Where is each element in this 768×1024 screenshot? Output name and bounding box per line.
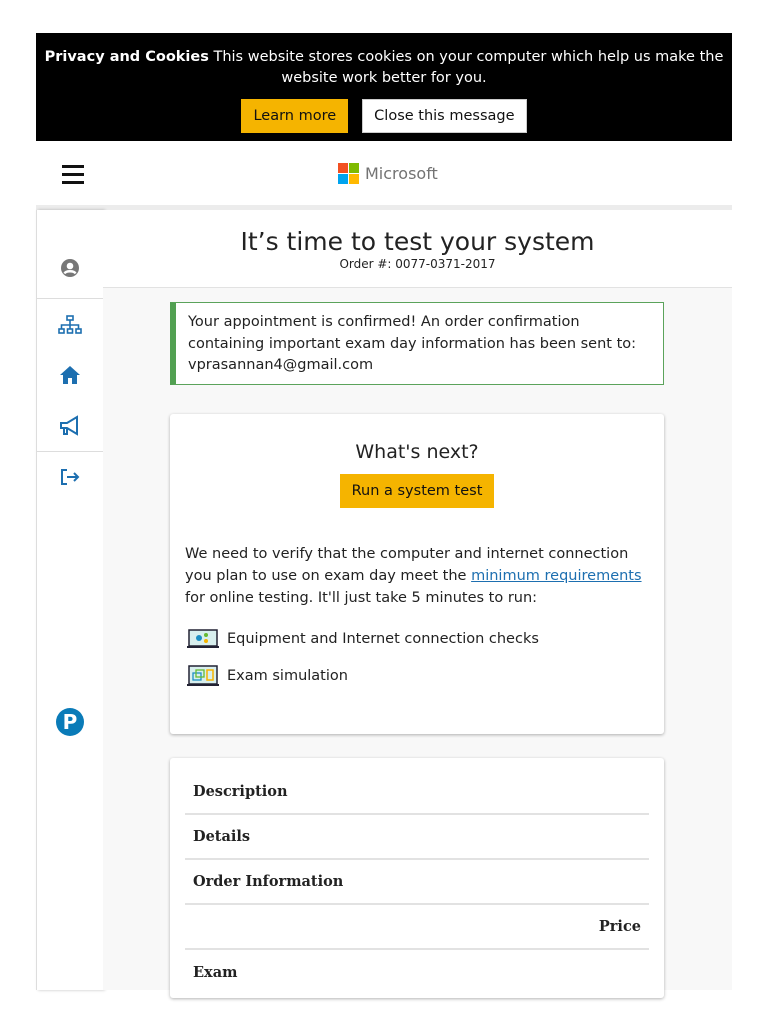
home-icon[interactable]: [37, 365, 103, 385]
learn-more-button[interactable]: Learn more: [241, 99, 349, 133]
header: Microsoft: [36, 141, 732, 205]
close-message-button[interactable]: Close this message: [362, 99, 527, 133]
whats-next-heading: What's next?: [355, 441, 479, 463]
brand-name: Microsoft: [365, 164, 438, 183]
main-content: It’s time to test your system Order #: 0…: [103, 210, 732, 998]
check-item: Exam simulation: [170, 664, 664, 688]
microsoft-logo: Microsoft: [338, 163, 438, 184]
cookie-text: This website stores cookies on your comp…: [213, 49, 724, 86]
megaphone-icon[interactable]: [37, 415, 103, 437]
equipment-check-icon: [187, 629, 219, 648]
order-details-card: Description Details Order Information Pr…: [170, 758, 664, 998]
page-title: It’s time to test your system: [240, 227, 595, 256]
order-number: Order #: 0077-0371-2017: [339, 257, 496, 271]
user-profile-icon[interactable]: [37, 258, 103, 278]
check-label: Exam simulation: [227, 668, 348, 684]
check-item: Equipment and Internet connection checks: [170, 628, 664, 650]
row-details: Details: [185, 815, 649, 860]
hamburger-menu-icon[interactable]: [62, 165, 84, 189]
row-description: Description: [185, 758, 649, 815]
text: for online testing. It'll just take 5 mi…: [185, 590, 538, 606]
whats-next-card: What's next? Run a system test We need t…: [170, 414, 664, 734]
row-order-information: Order Information: [185, 860, 649, 905]
title-bar: It’s time to test your system Order #: 0…: [103, 210, 732, 288]
svg-text:P: P: [63, 710, 78, 734]
sidebar: P: [36, 210, 103, 990]
price-header: Price: [185, 905, 649, 950]
cookie-title: Privacy and Cookies: [44, 49, 209, 65]
confirmation-alert: Your appointment is confirmed! An order …: [170, 302, 664, 385]
pearson-logo-icon: P: [37, 707, 103, 737]
check-label: Equipment and Internet connection checks: [227, 631, 539, 647]
requirements-text: We need to verify that the computer and …: [170, 543, 664, 609]
cookie-banner: Privacy and Cookies This website stores …: [36, 33, 732, 141]
run-system-test-button[interactable]: Run a system test: [339, 474, 495, 508]
minimum-requirements-link[interactable]: minimum requirements: [471, 568, 641, 584]
logout-icon[interactable]: [37, 468, 103, 486]
exam-simulation-icon: [187, 665, 219, 686]
row-exam: Exam: [193, 964, 238, 981]
sitemap-icon[interactable]: [37, 315, 103, 335]
